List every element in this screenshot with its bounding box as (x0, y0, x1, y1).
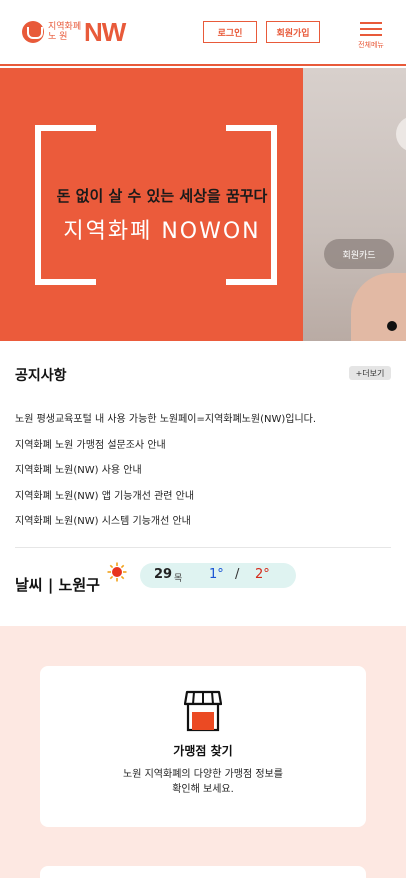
weather-pill: 29 목 1° / 2° (140, 563, 296, 588)
hamburger-icon (360, 22, 382, 36)
logo-mark-icon (22, 21, 44, 43)
weather-title: 날씨 | 노원구 (15, 576, 100, 594)
logo-text: 지역화폐 노 원 (48, 22, 82, 42)
notice-more-button[interactable]: +더보기 (349, 366, 391, 380)
card-title: 가맹점 찾기 (173, 744, 233, 758)
notice-list: 노원 평생교육포털 내 사용 가능한 노원페이=지역화폐노원(NW)입니다. 지… (15, 410, 395, 538)
banner-title: 지역화폐 NOWON (63, 219, 261, 244)
notice-section: 공지사항 +더보기 노원 평생교육포털 내 사용 가능한 노원페이=지역화폐노원… (0, 341, 406, 626)
full-menu-label: 전체메뉴 (358, 41, 384, 49)
divider (15, 547, 391, 548)
hand-image (351, 273, 406, 341)
banner-slide-next[interactable]: 회원카드 (303, 68, 406, 341)
card-description: 노원 지역화폐의 다양한 가맹점 정보를 확인해 보세요. (123, 769, 283, 795)
carousel-dot[interactable] (387, 321, 397, 331)
store-finder-card[interactable]: 가맹점 찾기 노원 지역화폐의 다양한 가맹점 정보를 확인해 보세요. (40, 666, 366, 827)
site-header: 지역화폐 노 원 NW 로그인 회원가입 전체메뉴 (0, 0, 406, 66)
notice-item[interactable]: 지역화폐 노원(NW) 사용 안내 (15, 461, 395, 487)
site-logo[interactable]: 지역화폐 노 원 NW (22, 16, 126, 47)
banner-frame: 돈 없이 살 수 있는 세상을 꿈꾸다 지역화폐 NOWON (35, 123, 277, 287)
weather-separator: / (235, 567, 240, 582)
service-section: 가맹점 찾기 노원 지역화폐의 다양한 가맹점 정보를 확인해 보세요. (0, 626, 406, 878)
sun-icon (107, 562, 127, 582)
full-menu-button[interactable]: 전체메뉴 (356, 20, 386, 52)
store-icon (184, 690, 222, 732)
notice-title: 공지사항 (15, 368, 67, 384)
notice-item[interactable]: 지역화폐 노원(NW) 앱 기능개선 관련 안내 (15, 487, 395, 513)
weather-day-of-week: 목 (174, 574, 183, 584)
next-service-card[interactable] (40, 866, 366, 878)
banner-headline: 돈 없이 살 수 있는 세상을 꿈꾸다 (56, 187, 268, 205)
weather-low-temp: 1° (209, 567, 224, 582)
notice-item[interactable]: 지역화폐 노원(NW) 시스템 기능개선 안내 (15, 512, 395, 538)
logo-nw: NW (84, 16, 126, 47)
weather-day: 29 (154, 567, 173, 582)
notice-item[interactable]: 지역화폐 노원 가맹점 설문조사 안내 (15, 436, 395, 462)
member-card-chip: 회원카드 (324, 239, 394, 269)
weather-high-temp: 2° (255, 567, 270, 582)
login-button[interactable]: 로그인 (203, 21, 257, 43)
join-button[interactable]: 회원가입 (266, 21, 320, 43)
main-banner-carousel[interactable]: 돈 없이 살 수 있는 세상을 꿈꾸다 지역화폐 NOWON 회원카드 (0, 68, 406, 341)
notice-item[interactable]: 노원 평생교육포털 내 사용 가능한 노원페이=지역화폐노원(NW)입니다. (15, 410, 395, 436)
banner-slide-main[interactable]: 돈 없이 살 수 있는 세상을 꿈꾸다 지역화폐 NOWON (0, 68, 303, 341)
banner-decor-circle (396, 116, 406, 152)
